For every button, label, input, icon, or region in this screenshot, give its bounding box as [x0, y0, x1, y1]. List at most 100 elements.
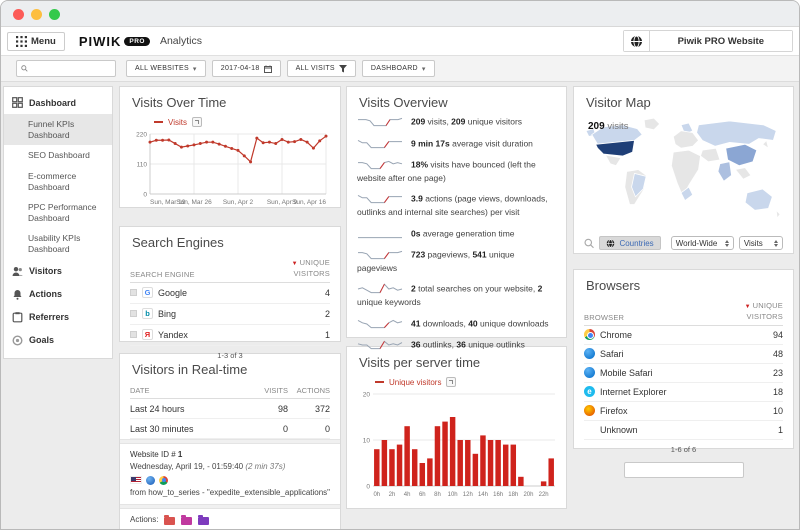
table-row[interactable]: GGoogle 4 — [130, 283, 330, 304]
website-globe-button[interactable] — [624, 31, 650, 51]
date-range-button[interactable]: 2017-04-18 — [212, 60, 281, 77]
table-row[interactable]: eInternet Explorer 18 — [584, 383, 783, 402]
server-time-widget: Visits per server time Unique visitors 0… — [346, 346, 567, 509]
browsers-search-box[interactable] — [624, 462, 744, 478]
overview-row: 2 total searches on your website, 2 uniq… — [357, 282, 556, 309]
table-row[interactable]: Last 30 minutes 0 0 — [130, 419, 330, 439]
sidebar-item-visitors[interactable]: Visitors — [4, 260, 112, 283]
map-metric-select[interactable]: Visits — [739, 236, 783, 250]
map-zoom-icon[interactable] — [584, 238, 594, 249]
annotations-icon[interactable] — [192, 117, 202, 127]
map-region-select[interactable]: World-Wide — [671, 236, 734, 250]
sidebar-item-ecommerce[interactable]: E-commerce Dashboard — [4, 166, 112, 197]
sort-desc-icon: ▼ — [292, 261, 300, 267]
visit-referrer: from how_to_series - "expedite_extensibl… — [130, 487, 330, 499]
filter-bar: ALL WEBSITES▾ 2017-04-18 ALL VISITS DASH… — [1, 56, 799, 82]
close-window-button[interactable] — [13, 9, 24, 20]
website-selector-button[interactable]: Piwik PRO Website — [650, 31, 792, 51]
row-value: 18 — [743, 387, 783, 397]
svg-text:Sun, Apr 2: Sun, Apr 2 — [223, 199, 254, 206]
table-row[interactable]: Safari 48 — [584, 345, 783, 364]
countries-toggle-button[interactable]: Countries — [599, 236, 660, 250]
bing-icon: b — [142, 308, 153, 319]
legend-swatch — [375, 381, 384, 383]
table-row[interactable]: Unknown 1 — [584, 421, 783, 440]
page-folder-icon[interactable] — [164, 517, 175, 525]
visits-over-time-chart[interactable]: Sun, Mar 19Sun, Mar 26Sun, Apr 2Sun, Apr… — [130, 128, 330, 208]
table-header: SEARCH ENGINE ▼ UNIQUE VISITORS — [130, 255, 330, 283]
page-folder-icon[interactable] — [181, 517, 192, 525]
minimize-window-button[interactable] — [31, 9, 42, 20]
row-value: 48 — [743, 349, 783, 359]
browsers-search-input[interactable] — [629, 465, 739, 474]
table-row[interactable]: Last 24 hours 98 372 — [130, 399, 330, 419]
table-row[interactable]: bBing 2 — [130, 304, 330, 325]
sidebar-item-usability[interactable]: Usability KPIs Dashboard — [4, 228, 112, 259]
firefox-icon — [584, 405, 595, 416]
overview-row: 209 visits, 209 unique visitors — [357, 115, 556, 129]
column-unique-visitors[interactable]: ▼ UNIQUE VISITORS — [728, 301, 783, 322]
sparkline[interactable] — [357, 158, 403, 172]
pagination-label[interactable]: 1-6 of 6 — [584, 440, 783, 460]
segment-box-icon[interactable] — [130, 310, 137, 317]
funnel-icon — [339, 65, 347, 73]
widget-title: Browsers — [584, 270, 783, 298]
chevron-down-icon: ▾ — [422, 65, 426, 73]
column-actions[interactable]: ACTIONS — [288, 386, 330, 395]
browser-globe-icon — [146, 476, 155, 485]
table-row[interactable]: Firefox 10 — [584, 402, 783, 421]
zoom-window-button[interactable] — [49, 9, 60, 20]
legend-label: Unique visitors — [389, 378, 441, 387]
global-search-input[interactable] — [31, 64, 111, 73]
sidebar-item-actions[interactable]: Actions — [4, 283, 112, 306]
sparkline[interactable] — [357, 282, 403, 296]
menu-button-label: Menu — [31, 36, 56, 47]
sparkline[interactable] — [357, 192, 403, 206]
sparkline[interactable] — [357, 248, 403, 262]
column-browser[interactable]: BROWSER — [584, 313, 728, 322]
sidebar-item-funnel-kpis[interactable]: Funnel KPIs Dashboard — [4, 114, 112, 145]
map-controls: Countries World-Wide Visits — [584, 232, 783, 258]
annotations-icon[interactable] — [446, 377, 456, 387]
sidebar-item-dashboard[interactable]: Dashboard — [4, 91, 112, 114]
table-row[interactable]: Mobile Safari 23 — [584, 364, 783, 383]
page-folder-icon[interactable] — [198, 517, 209, 525]
website-selector-group: Piwik PRO Website — [623, 30, 793, 52]
table-row[interactable]: ЯYandex 1 — [130, 325, 330, 346]
overview-row: 723 pageviews, 541 unique pageviews — [357, 248, 556, 275]
bell-icon — [12, 289, 23, 300]
sparkline[interactable] — [357, 137, 403, 151]
server-time-chart[interactable]: 010200h2h4h6h8h10h12h14h16h18h20h22h — [357, 388, 557, 500]
dashboard-grid-icon — [12, 97, 23, 108]
segments-selector-button[interactable]: ALL VISITS — [287, 60, 356, 77]
google-icon: G — [142, 287, 153, 298]
sparkline[interactable] — [357, 115, 403, 129]
sidebar-item-goals[interactable]: Goals — [4, 329, 112, 352]
sparkline[interactable] — [357, 227, 403, 241]
sidebar-item-seo[interactable]: SEO Dashboard — [4, 145, 112, 166]
dashboard-selector-button[interactable]: DASHBOARD▾ — [362, 60, 435, 77]
realtime-visit-entry[interactable]: Website ID # 1 Wednesday, April 19, - 01… — [130, 444, 330, 504]
column-unique-visitors[interactable]: ▼ UNIQUE VISITORS — [275, 258, 330, 279]
sidebar: Dashboard Funnel KPIs Dashboard SEO Dash… — [3, 86, 113, 359]
column-date[interactable]: DATE — [130, 386, 246, 395]
sidebar-item-ppc[interactable]: PPC Performance Dashboard — [4, 197, 112, 228]
column-visits[interactable]: VISITS — [246, 386, 288, 395]
table-row[interactable]: Chrome 94 — [584, 326, 783, 345]
overview-row: 41 downloads, 40 unique downloads — [357, 317, 556, 331]
window-titlebar — [1, 1, 799, 27]
sidebar-item-referrers[interactable]: Referrers — [4, 306, 112, 329]
svg-text:14h: 14h — [478, 492, 488, 498]
websites-selector-button[interactable]: ALL WEBSITES▾ — [126, 60, 206, 77]
global-search-box[interactable] — [16, 60, 116, 77]
sparkline[interactable] — [357, 338, 403, 352]
svg-text:0: 0 — [143, 192, 147, 199]
visits-over-time-widget: Visits Over Time Visits Sun, Mar 19Sun, … — [119, 86, 341, 208]
table-header: BROWSER ▼ UNIQUE VISITORS — [584, 298, 783, 326]
column-search-engine[interactable]: SEARCH ENGINE — [130, 270, 275, 279]
menu-button[interactable]: Menu — [7, 32, 65, 51]
segment-box-icon[interactable] — [130, 289, 137, 296]
sparkline[interactable] — [357, 317, 403, 331]
segment-box-icon[interactable] — [130, 331, 137, 338]
grid-menu-icon — [16, 36, 27, 47]
